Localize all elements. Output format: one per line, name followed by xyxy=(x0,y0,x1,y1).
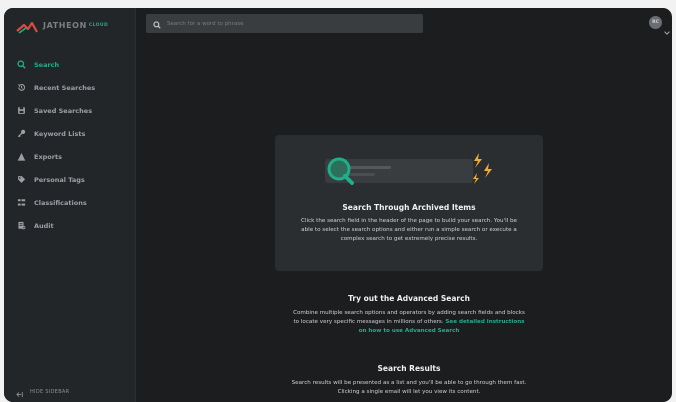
hide-sidebar-button[interactable]: HIDE SIDEBAR xyxy=(16,386,69,398)
export-icon xyxy=(16,152,26,162)
sidebar-item-classifications[interactable]: Classifications xyxy=(4,191,136,214)
hero-title: Search Through Archived Items xyxy=(342,203,476,212)
save-icon xyxy=(16,106,26,116)
search-results-title: Search Results xyxy=(377,364,441,373)
sidebar-item-exports[interactable]: Exports xyxy=(4,145,136,168)
search-illustration-icon xyxy=(319,149,499,193)
brand-mark-icon xyxy=(16,19,38,34)
tag-icon xyxy=(16,175,26,185)
audit-icon xyxy=(16,221,26,231)
sidebar-item-label: Exports xyxy=(34,152,62,161)
sidebar-item-label: Keyword Lists xyxy=(34,129,86,138)
sidebar-nav: Search Recent Searches Saved Searches Ke… xyxy=(4,53,136,237)
search-icon xyxy=(153,14,161,33)
app-window: JATHEON CLOUD Search Recent Searches Sav… xyxy=(4,8,672,402)
search-results-description: Search results will be presented as a li… xyxy=(291,380,527,395)
hide-sidebar-label: HIDE SIDEBAR xyxy=(30,389,70,395)
brand-logo[interactable]: JATHEON CLOUD xyxy=(16,18,109,34)
search-input[interactable] xyxy=(167,16,423,31)
user-avatar[interactable]: RC xyxy=(649,16,662,29)
sidebar-item-label: Search xyxy=(34,60,60,69)
brand-sub: CLOUD xyxy=(88,22,109,28)
sidebar-item-label: Saved Searches xyxy=(34,106,93,115)
sidebar-item-label: Classifications xyxy=(34,198,87,207)
sidebar: JATHEON CLOUD Search Recent Searches Sav… xyxy=(4,8,136,402)
brand-name: JATHEON xyxy=(43,20,87,30)
sidebar-item-saved-searches[interactable]: Saved Searches xyxy=(4,99,136,122)
chevron-down-icon[interactable] xyxy=(664,20,670,39)
sidebar-item-label: Personal Tags xyxy=(34,175,85,184)
history-icon xyxy=(16,83,26,93)
key-icon xyxy=(16,129,26,139)
sidebar-item-label: Recent Searches xyxy=(34,83,96,92)
hero-description: Click the search field in the header of … xyxy=(301,218,517,242)
sidebar-item-audit[interactable]: Audit xyxy=(4,214,136,237)
sidebar-item-search[interactable]: Search xyxy=(4,53,136,76)
classification-icon xyxy=(16,198,26,208)
sidebar-item-recent-searches[interactable]: Recent Searches xyxy=(4,76,136,99)
sidebar-item-personal-tags[interactable]: Personal Tags xyxy=(4,168,136,191)
header-search-bar[interactable] xyxy=(146,14,423,33)
search-intro-card: Search Through Archived Items Click the … xyxy=(275,135,543,271)
search-icon xyxy=(16,60,26,70)
sidebar-item-label: Audit xyxy=(34,221,54,230)
advanced-search-description: Combine multiple search options and oper… xyxy=(290,309,528,336)
advanced-search-title: Try out the Advanced Search xyxy=(348,294,470,303)
sidebar-item-keyword-lists[interactable]: Keyword Lists xyxy=(4,122,136,145)
collapse-arrow-icon xyxy=(16,383,23,402)
